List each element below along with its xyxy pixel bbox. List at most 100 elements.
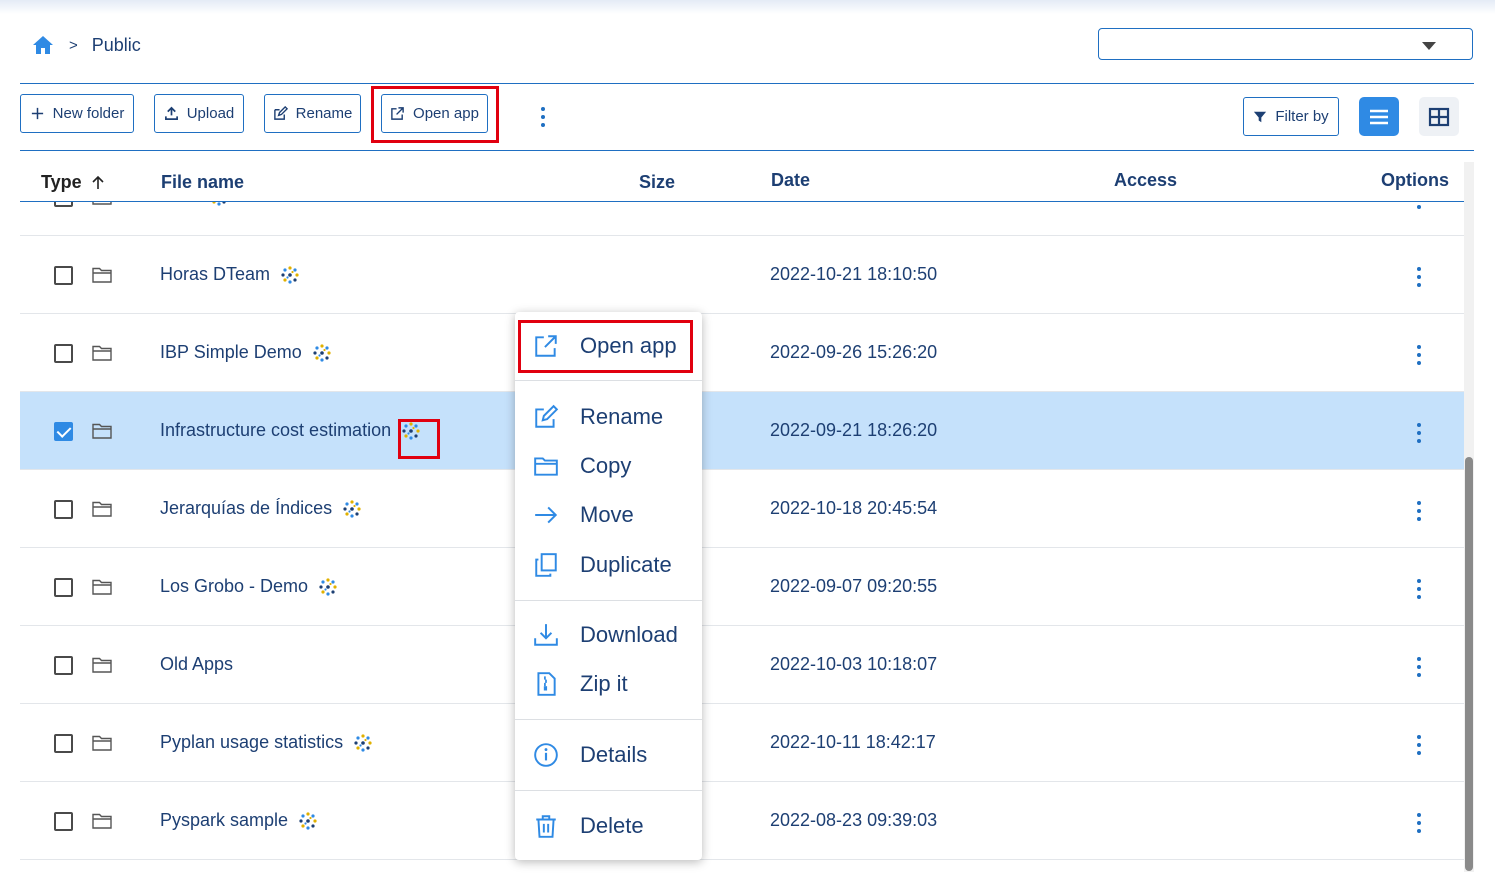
menu-item-details-label: Details: [580, 742, 648, 767]
menu-item-zip[interactable]: Zip it: [515, 664, 702, 704]
table-row[interactable]: IBP Simple Demo 2022-09-26 15:26:20: [20, 314, 1464, 392]
file-name-text: Pyplan usage statistics: [160, 732, 344, 752]
new-folder-button[interactable]: New folder: [20, 94, 134, 133]
trash-icon: [536, 815, 556, 838]
rename-button[interactable]: Rename: [264, 94, 361, 133]
workspace-select[interactable]: [1098, 28, 1473, 60]
highlight-box: [398, 419, 440, 459]
pyplan-app-icon[interactable]: [312, 343, 332, 363]
column-header-file-name[interactable]: File name: [161, 172, 244, 193]
grid-view-button[interactable]: [1419, 97, 1459, 136]
home-icon[interactable]: [31, 33, 55, 57]
file-name[interactable]: Jerarquías de Índices: [160, 498, 362, 519]
row-options-icon[interactable]: [1417, 735, 1421, 755]
pyplan-app-icon[interactable]: [353, 733, 373, 753]
row-checkbox[interactable]: [54, 344, 73, 363]
row-checkbox[interactable]: [54, 656, 73, 675]
row-options-icon[interactable]: [1417, 813, 1421, 833]
folder-icon: [92, 735, 112, 751]
menu-item-copy[interactable]: Copy: [515, 446, 702, 486]
column-header-size[interactable]: Size: [639, 172, 675, 193]
scrollbar-thumb[interactable]: [1465, 457, 1473, 871]
menu-item-rename-label: Rename: [580, 404, 664, 429]
menu-item-move-label: Move: [580, 502, 634, 527]
table-row[interactable]: Old Apps 2022-10-03 10:18:07: [20, 626, 1464, 704]
table-row[interactable]: Infrastructure cost estimation 2022-09-21…: [20, 392, 1464, 470]
row-options-icon[interactable]: [1417, 579, 1421, 599]
chevron-down-icon: [1422, 42, 1436, 50]
file-name[interactable]: GBD: [160, 202, 229, 207]
duplicate-icon: [535, 553, 557, 577]
file-name-text: Old Apps: [160, 654, 234, 674]
menu-item-move[interactable]: Move: [515, 495, 702, 535]
file-name[interactable]: IBP Simple Demo: [160, 342, 332, 363]
row-checkbox[interactable]: [54, 734, 73, 753]
column-header-type-label: Type: [41, 172, 82, 192]
more-options-icon[interactable]: [541, 107, 545, 127]
pyplan-app-icon[interactable]: [318, 577, 338, 597]
column-header-date[interactable]: Date: [771, 170, 810, 191]
file-name[interactable]: Infrastructure cost estimation: [160, 420, 421, 441]
upload-icon: [164, 106, 178, 120]
row-checkbox[interactable]: [54, 422, 73, 441]
pyplan-app-icon[interactable]: [298, 811, 318, 831]
file-name[interactable]: Los Grobo - Demo: [160, 576, 338, 597]
file-name[interactable]: Pyspark sample: [160, 810, 318, 831]
arrow-up-icon: [92, 175, 104, 189]
row-options-icon[interactable]: [1417, 501, 1421, 521]
file-name-text: Infrastructure cost estimation: [160, 420, 392, 440]
row-options-icon[interactable]: [1417, 202, 1421, 209]
row-checkbox[interactable]: [54, 578, 73, 597]
arrow-right-icon: [535, 506, 558, 524]
zip-file-icon: [537, 672, 556, 696]
row-checkbox[interactable]: [54, 500, 73, 519]
file-date: 2022-09-21 18:26:20: [770, 420, 938, 440]
pyplan-app-icon[interactable]: [280, 265, 300, 285]
breadcrumb-current[interactable]: Public: [92, 35, 141, 56]
folder-icon: [92, 202, 112, 205]
menu-item-duplicate[interactable]: Duplicate: [515, 545, 702, 585]
row-checkbox[interactable]: [54, 266, 73, 285]
file-name[interactable]: Old Apps: [160, 654, 233, 675]
menu-item-details[interactable]: Details: [515, 735, 702, 775]
column-header-type[interactable]: Type: [41, 172, 106, 193]
row-options-icon[interactable]: [1417, 267, 1421, 287]
upload-button[interactable]: Upload: [154, 94, 244, 133]
table-row[interactable]: GBD 2022-10-20 10:38:32: [20, 202, 1464, 236]
list-view-button[interactable]: [1359, 97, 1399, 136]
file-date: 2022-10-18 20:45:54: [770, 498, 938, 518]
file-date: 2022-10-03 10:18:07: [770, 654, 938, 674]
filter-by-button[interactable]: Filter by: [1243, 97, 1339, 136]
file-name-text: Pyspark sample: [160, 810, 289, 830]
menu-item-zip-label: Zip it: [580, 671, 628, 696]
menu-item-download[interactable]: Download: [515, 615, 702, 655]
edit-icon: [273, 106, 288, 120]
file-date: 2022-08-23 09:39:03: [770, 810, 938, 830]
file-name[interactable]: Horas DTeam: [160, 264, 300, 285]
row-options-icon[interactable]: [1417, 657, 1421, 677]
row-checkbox[interactable]: [54, 202, 73, 207]
file-date: 2022-09-07 09:20:55: [770, 576, 938, 596]
table-row[interactable]: Pyplan usage statistics 2022-10-11 18:42:…: [20, 704, 1464, 782]
pyplan-app-icon[interactable]: [342, 499, 362, 519]
top-shade: [0, 0, 1495, 14]
table-row[interactable]: Los Grobo - Demo 2022-09-07 09:20:55: [20, 548, 1464, 626]
row-checkbox[interactable]: [54, 812, 73, 831]
file-name[interactable]: Pyplan usage statistics: [160, 732, 373, 753]
table-row[interactable]: Horas DTeam 2022-10-21 18:10:50: [20, 236, 1464, 314]
file-date: 2022-09-26 15:26:20: [770, 342, 938, 362]
folder-icon: [92, 501, 112, 517]
column-header-access[interactable]: Access: [1114, 170, 1177, 191]
menu-item-rename[interactable]: Rename: [515, 397, 702, 437]
menu-item-download-label: Download: [580, 622, 678, 647]
row-options-icon[interactable]: [1417, 345, 1421, 365]
menu-item-delete[interactable]: Delete: [515, 806, 702, 846]
table-row[interactable]: Jerarquías de Índices 2022-10-18 20:45:54: [20, 470, 1464, 548]
row-options-icon[interactable]: [1417, 423, 1421, 443]
folder-icon: [92, 345, 112, 361]
download-icon: [534, 624, 558, 646]
list-icon: [1370, 109, 1388, 124]
pyplan-app-icon[interactable]: [209, 202, 229, 207]
table-row[interactable]: Pyspark sample 2022-08-23 09:39:03: [20, 782, 1464, 860]
grid-icon: [1428, 107, 1450, 126]
